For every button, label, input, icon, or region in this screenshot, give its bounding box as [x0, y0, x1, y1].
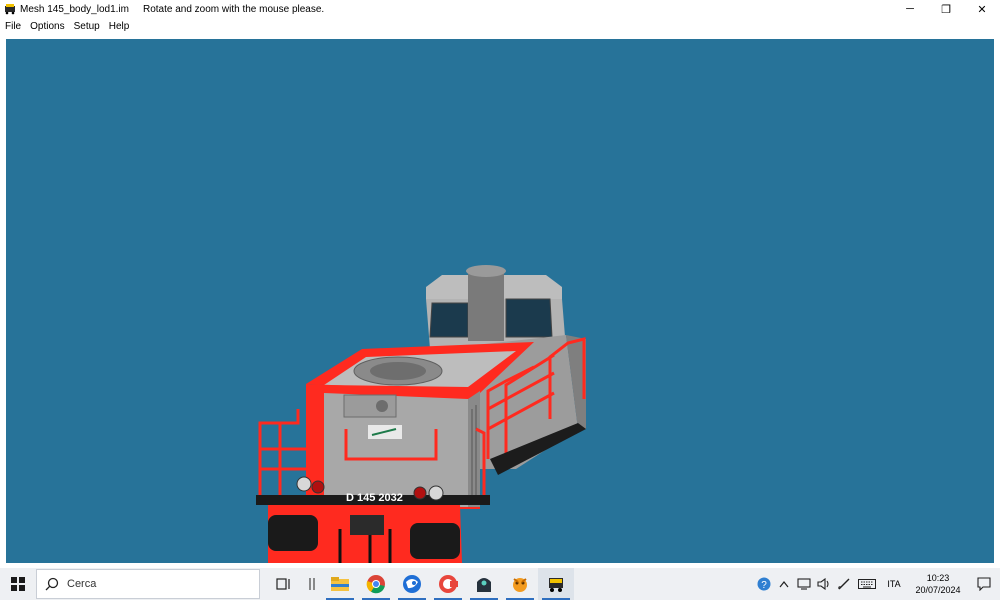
- locomotive-model[interactable]: D 145 2032: [6, 39, 994, 563]
- clock-date: 20/07/2024: [915, 585, 961, 595]
- coupler: [350, 515, 384, 535]
- window-hint: Rotate and zoom with the mouse please.: [142, 3, 325, 15]
- divider-icon: [309, 578, 315, 590]
- dark-app-icon: [477, 578, 491, 592]
- headlight-right: [428, 485, 444, 501]
- buffer-left: [268, 515, 318, 551]
- search-placeholder: Cerca: [67, 578, 97, 590]
- 3d-viewport[interactable]: D 145 2032: [6, 39, 994, 563]
- search-input[interactable]: Cerca: [36, 569, 260, 599]
- loco-number-label: D 145 2032: [346, 492, 403, 504]
- title-bar: Mesh 145_body_lod1.im Rotate and zoom wi…: [0, 0, 1000, 18]
- speaker-icon: [817, 578, 829, 590]
- search-icon: [45, 577, 59, 591]
- menu-file[interactable]: File: [0, 21, 25, 32]
- network-tray-button[interactable]: [794, 568, 814, 600]
- restore-button[interactable]: ❐: [928, 0, 964, 18]
- volume-tray-button[interactable]: [814, 568, 834, 600]
- svg-text:?: ?: [761, 580, 767, 591]
- exhaust-stack: [468, 271, 504, 341]
- keyboard-tray-button[interactable]: [854, 568, 880, 600]
- window-controls: ─ ❐ ✕: [892, 0, 1000, 18]
- thunderbird-icon: [403, 575, 421, 593]
- task-view-icon: [276, 578, 290, 590]
- locomotive-app-icon: [549, 578, 563, 592]
- menu-bar: File Options Setup Help: [0, 18, 1000, 34]
- windows-logo-icon: [11, 577, 25, 591]
- notification-icon: [977, 577, 991, 591]
- notification-center-button[interactable]: [968, 568, 1000, 600]
- keyboard-icon: [858, 579, 876, 589]
- thunderbird-button[interactable]: [394, 568, 430, 600]
- app-orange-button[interactable]: [502, 568, 538, 600]
- cab-window-right: [505, 298, 553, 338]
- menu-options[interactable]: Options: [25, 21, 68, 32]
- help-tray-button[interactable]: ?: [754, 568, 774, 600]
- ccleaner-button[interactable]: [430, 568, 466, 600]
- file-explorer-button[interactable]: [322, 568, 358, 600]
- menu-help[interactable]: Help: [104, 21, 134, 32]
- folder-icon: [331, 577, 349, 591]
- close-button[interactable]: ✕: [964, 0, 1000, 18]
- cab-window-left: [429, 302, 469, 338]
- task-view-button[interactable]: [266, 568, 302, 600]
- show-hidden-icons-button[interactable]: [774, 568, 794, 600]
- widgets-button[interactable]: [302, 568, 322, 600]
- pen-tray-button[interactable]: [834, 568, 854, 600]
- mesh-viewer-button[interactable]: [538, 568, 574, 600]
- app-icon: [5, 4, 15, 15]
- clock[interactable]: 10:23 20/07/2024: [908, 572, 968, 596]
- ccleaner-icon: [439, 575, 458, 593]
- chrome-button[interactable]: [358, 568, 394, 600]
- start-button[interactable]: [0, 568, 36, 600]
- headlight-left: [296, 476, 312, 492]
- app-dark-button[interactable]: [466, 568, 502, 600]
- help-icon: ?: [757, 577, 771, 591]
- window-title: Mesh 145_body_lod1.im: [20, 3, 129, 15]
- network-icon: [797, 578, 811, 590]
- pen-icon: [838, 578, 850, 590]
- clock-time: 10:23: [926, 573, 950, 583]
- buffer-right: [410, 523, 460, 559]
- taskbar: Cerca ? ITA 10:23 20/07/2024: [0, 568, 1000, 600]
- orange-app-icon: [513, 578, 527, 592]
- language-indicator[interactable]: ITA: [880, 579, 908, 589]
- minimize-button[interactable]: ─: [892, 0, 928, 18]
- menu-setup[interactable]: Setup: [69, 21, 104, 32]
- chevron-up-icon: [779, 581, 789, 588]
- chrome-icon: [366, 575, 385, 594]
- system-tray: ? ITA 10:23 20/07/2024: [754, 568, 1000, 600]
